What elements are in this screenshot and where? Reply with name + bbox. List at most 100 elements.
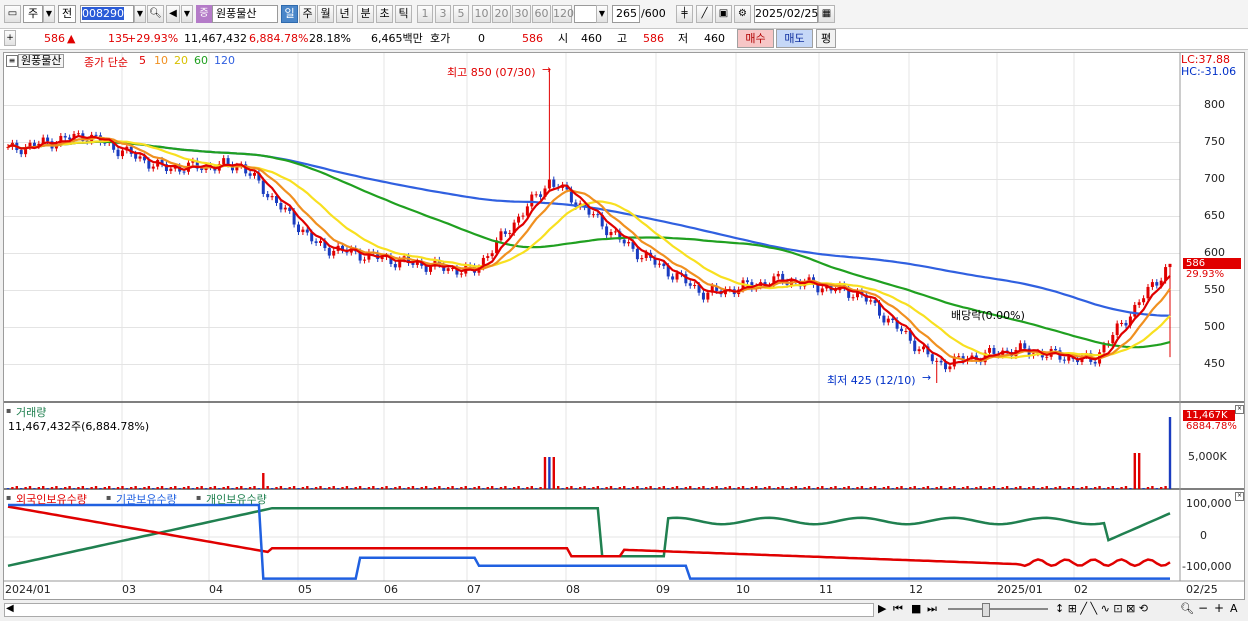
stock-name-field[interactable]: 원풍물산 — [212, 5, 278, 23]
scrollbar-track[interactable]: ◀ — [4, 603, 874, 617]
ma120-legend: 120 — [214, 54, 235, 67]
period-minute[interactable]: 분 — [357, 5, 374, 23]
volume-bar — [1054, 487, 1057, 489]
volume-close-icon[interactable]: × — [1235, 405, 1244, 414]
interval-10[interactable]: 10 — [472, 5, 491, 23]
holding-panel-icon[interactable]: ▪ — [6, 493, 11, 502]
interval-120[interactable]: 120 — [552, 5, 574, 23]
chart-canvas[interactable] — [4, 53, 1244, 599]
interval-60[interactable]: 60 — [532, 5, 551, 23]
volume-bar — [689, 486, 692, 489]
interval-3[interactable]: 3 — [435, 5, 451, 23]
candle-body — [596, 214, 600, 216]
calendar-icon[interactable]: ▦ — [818, 5, 835, 23]
stock-name-tag: 원풍물산 — [18, 54, 65, 68]
speaker-dropdown-icon[interactable]: ▼ — [181, 5, 193, 23]
volume-bar — [596, 486, 600, 489]
candle-body — [521, 215, 525, 217]
volume-bar — [438, 486, 441, 489]
custom-interval-dropdown-icon[interactable]: ▼ — [596, 5, 608, 23]
sell-button[interactable]: 매도 — [776, 29, 813, 48]
period-day[interactable]: 일 — [281, 5, 298, 23]
buy-button[interactable]: 매수 — [737, 29, 774, 48]
interval-30[interactable]: 30 — [512, 5, 531, 23]
last-page-icon[interactable]: ⏭ — [927, 602, 937, 616]
candle-body — [1168, 263, 1172, 268]
open-label: 시 — [558, 32, 569, 45]
period-month[interactable]: 월 — [317, 5, 334, 23]
count-input[interactable]: 265 — [612, 5, 640, 23]
current-price: 586 — [44, 32, 65, 45]
market-select[interactable]: 주 — [23, 5, 43, 23]
interval-20[interactable]: 20 — [492, 5, 511, 23]
zoom-slider-thumb[interactable] — [982, 603, 990, 617]
gear-icon[interactable]: ⚙ — [734, 5, 751, 23]
candle-body — [552, 179, 556, 187]
hoga-label: 호가 — [430, 32, 451, 45]
candle-body — [499, 231, 503, 241]
stock-code-input[interactable]: 008290 — [80, 5, 134, 23]
speaker-icon[interactable]: ◀ — [166, 5, 180, 23]
candle-body — [459, 273, 463, 275]
scroll-left-icon[interactable]: ◀ — [6, 603, 14, 614]
volume-bar — [464, 486, 467, 489]
volume-bar — [882, 487, 886, 489]
save-icon[interactable]: ▣ — [715, 5, 732, 23]
foreign-holding-legend: 외국인보유수량 — [16, 493, 87, 506]
stop-icon[interactable]: ■ — [911, 602, 921, 615]
y-tick: 700 — [1204, 172, 1225, 185]
institution-holding-legend: 기관보유수량 — [116, 493, 177, 506]
volume-bar — [724, 487, 727, 489]
volume-bar — [1063, 488, 1066, 489]
volume-bar — [825, 488, 828, 489]
candle-body — [948, 366, 952, 370]
candle-body — [319, 240, 323, 243]
date-input[interactable]: 2025/02/25 — [754, 5, 818, 23]
period-tick[interactable]: 틱 — [395, 5, 412, 23]
stock-code-value: 008290 — [82, 7, 124, 20]
quote-expand-icon[interactable]: + — [4, 30, 16, 46]
stock-code-dropdown-icon[interactable]: ▼ — [134, 5, 146, 23]
market-dropdown-icon[interactable]: ▼ — [43, 5, 55, 23]
volume-panel-icon[interactable]: ▪ — [6, 406, 11, 415]
panel-menu-icon[interactable]: ≡ — [6, 55, 18, 67]
holding-close-icon[interactable]: × — [1235, 492, 1244, 501]
volume-bar — [737, 487, 740, 489]
volume-bar — [939, 486, 943, 489]
font-size-icon[interactable]: A — [1230, 602, 1238, 615]
zoom-out-icon[interactable]: − — [1198, 601, 1208, 615]
volume-bar — [200, 486, 203, 489]
candle-type-icon[interactable]: ╪ — [676, 5, 693, 23]
volume-bar — [675, 486, 679, 489]
line-tool-icon[interactable]: ╱ — [696, 5, 713, 23]
volume-bar — [6, 488, 10, 489]
scroll-right-icon[interactable]: ▶ — [878, 602, 886, 615]
interval-5[interactable]: 5 — [453, 5, 469, 23]
tool-icons[interactable]: ↕ ⊞ ╱ ╲ ∿ ⊡ ⊠ ⟲ — [1055, 602, 1148, 615]
volume-bar — [1005, 486, 1009, 489]
period-second[interactable]: 초 — [376, 5, 393, 23]
candle-body — [1054, 348, 1058, 351]
period-week[interactable]: 주 — [299, 5, 316, 23]
prev-button[interactable]: 전 — [58, 5, 76, 23]
zoom-in-icon[interactable]: + — [1214, 601, 1224, 615]
volume-bar — [385, 486, 388, 489]
chart-area[interactable]: ≡ 원풍물산 종가 단순 5 10 20 60 120 LC:37.88 HC:… — [3, 52, 1245, 600]
eval-button[interactable]: 평 — [816, 29, 836, 48]
zoom-search-icon[interactable]: 🔍︎ — [1180, 602, 1194, 615]
period-year[interactable]: 년 — [336, 5, 353, 23]
volume-bar — [1045, 486, 1048, 489]
volume-bar — [961, 487, 965, 489]
candle-body — [200, 168, 204, 171]
first-page-icon[interactable]: ⏮ — [893, 602, 903, 616]
volume-bar — [997, 488, 1000, 489]
volume-bar — [935, 487, 938, 489]
candle-body — [279, 202, 283, 210]
candle-body — [701, 292, 705, 300]
zoom-slider[interactable] — [948, 608, 1048, 610]
window-icon[interactable]: ▭ — [4, 5, 21, 23]
volume-bar — [768, 486, 771, 489]
ma5-line — [7, 134, 1171, 366]
interval-1[interactable]: 1 — [417, 5, 433, 23]
search-icon[interactable]: 🔍︎ — [147, 5, 164, 23]
